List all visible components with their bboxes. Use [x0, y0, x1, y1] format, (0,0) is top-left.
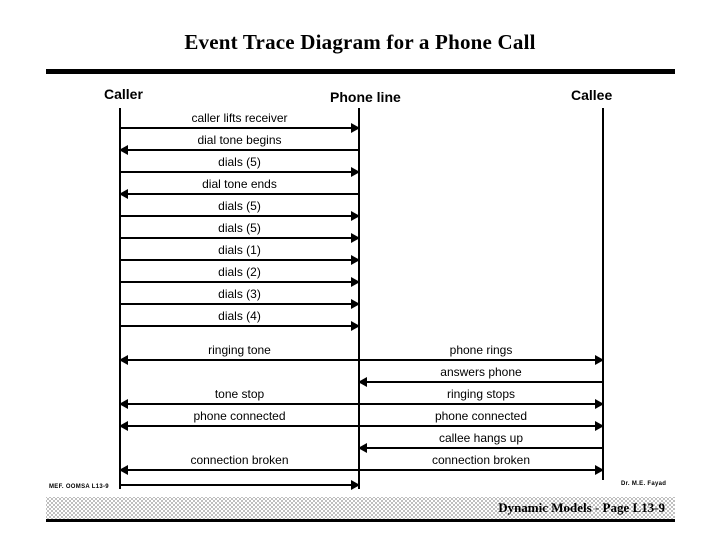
message-arrow: connection broken — [119, 453, 359, 475]
message-line — [359, 469, 603, 471]
message-arrow: dials (3) — [120, 287, 360, 309]
message-arrow: phone rings — [359, 343, 604, 365]
message-label: dials (4) — [218, 309, 261, 323]
message-arrow: answers phone — [358, 365, 603, 387]
message-line — [120, 403, 359, 405]
message-line — [120, 281, 359, 283]
message-arrow — [120, 480, 360, 490]
message-label: dials (5) — [218, 199, 261, 213]
message-label: ringing stops — [446, 387, 516, 401]
message-arrow: dial tone ends — [119, 177, 359, 199]
message-arrow: dial tone begins — [119, 133, 359, 155]
footer-band-text: Dynamic Models - Page L13-9 — [498, 500, 665, 515]
message-line — [120, 484, 359, 486]
message-label: phone connected — [193, 409, 286, 423]
message-arrow: tone stop — [119, 387, 359, 409]
actor-label-phone-line: Phone line — [330, 89, 401, 105]
message-arrow: connection broken — [359, 453, 604, 475]
message-arrow: dials (4) — [120, 309, 360, 331]
actor-label-callee: Callee — [571, 87, 613, 103]
message-line — [359, 447, 603, 449]
message-line — [120, 325, 359, 327]
slide-canvas: Event Trace Diagram for a Phone Call Cal… — [0, 0, 720, 540]
message-label: answers phone — [440, 365, 522, 379]
message-line — [120, 359, 359, 361]
message-label: dials (3) — [218, 287, 261, 301]
message-arrow: caller lifts receiver — [120, 111, 360, 133]
title-divider — [46, 69, 675, 74]
message-label: tone stop — [214, 387, 265, 401]
message-line — [359, 425, 603, 427]
page-title: Event Trace Diagram for a Phone Call — [184, 30, 536, 54]
message-line — [120, 149, 359, 151]
message-line — [120, 425, 359, 427]
actor-label-caller: Caller — [104, 86, 143, 102]
message-line — [120, 127, 359, 129]
message-label: connection broken — [190, 453, 289, 467]
message-label: dial tone ends — [202, 177, 277, 191]
message-label: dial tone begins — [197, 133, 282, 147]
footer-band: Dynamic Models - Page L13-9 — [46, 497, 675, 519]
message-label: callee hangs up — [438, 431, 524, 445]
message-line — [359, 381, 603, 383]
message-label: dials (2) — [218, 265, 261, 279]
message-label: caller lifts receiver — [191, 111, 288, 125]
message-arrow: dials (1) — [120, 243, 360, 265]
message-arrow: dials (5) — [120, 155, 360, 177]
message-arrow: dials (2) — [120, 265, 360, 287]
arrowhead-icon — [351, 480, 360, 490]
message-line — [120, 259, 359, 261]
message-label: connection broken — [431, 453, 531, 467]
message-line — [120, 469, 359, 471]
message-line — [120, 193, 359, 195]
message-arrow: callee hangs up — [358, 431, 603, 453]
message-arrow: dials (5) — [120, 199, 360, 221]
footer-author: Dr. M.E. Fayad — [621, 481, 667, 487]
message-arrow: dials (5) — [120, 221, 360, 243]
message-line — [120, 215, 359, 217]
message-label: ringing tone — [208, 343, 271, 357]
message-label: phone connected — [434, 409, 528, 423]
message-line — [120, 171, 359, 173]
message-line — [359, 403, 603, 405]
message-label: phone rings — [449, 343, 513, 357]
message-label: dials (5) — [218, 155, 261, 169]
message-label: dials (1) — [218, 243, 261, 257]
message-line — [120, 237, 359, 239]
message-line — [120, 303, 359, 305]
message-arrow: ringing tone — [119, 343, 359, 365]
message-arrow: phone connected — [359, 409, 604, 431]
message-arrow: phone connected — [119, 409, 359, 431]
message-line — [359, 359, 603, 361]
message-arrow: ringing stops — [359, 387, 604, 409]
footer-divider — [46, 519, 675, 522]
message-label: dials (5) — [218, 221, 261, 235]
footer-course-code: MEF. OOMSA L13-9 — [49, 484, 109, 490]
